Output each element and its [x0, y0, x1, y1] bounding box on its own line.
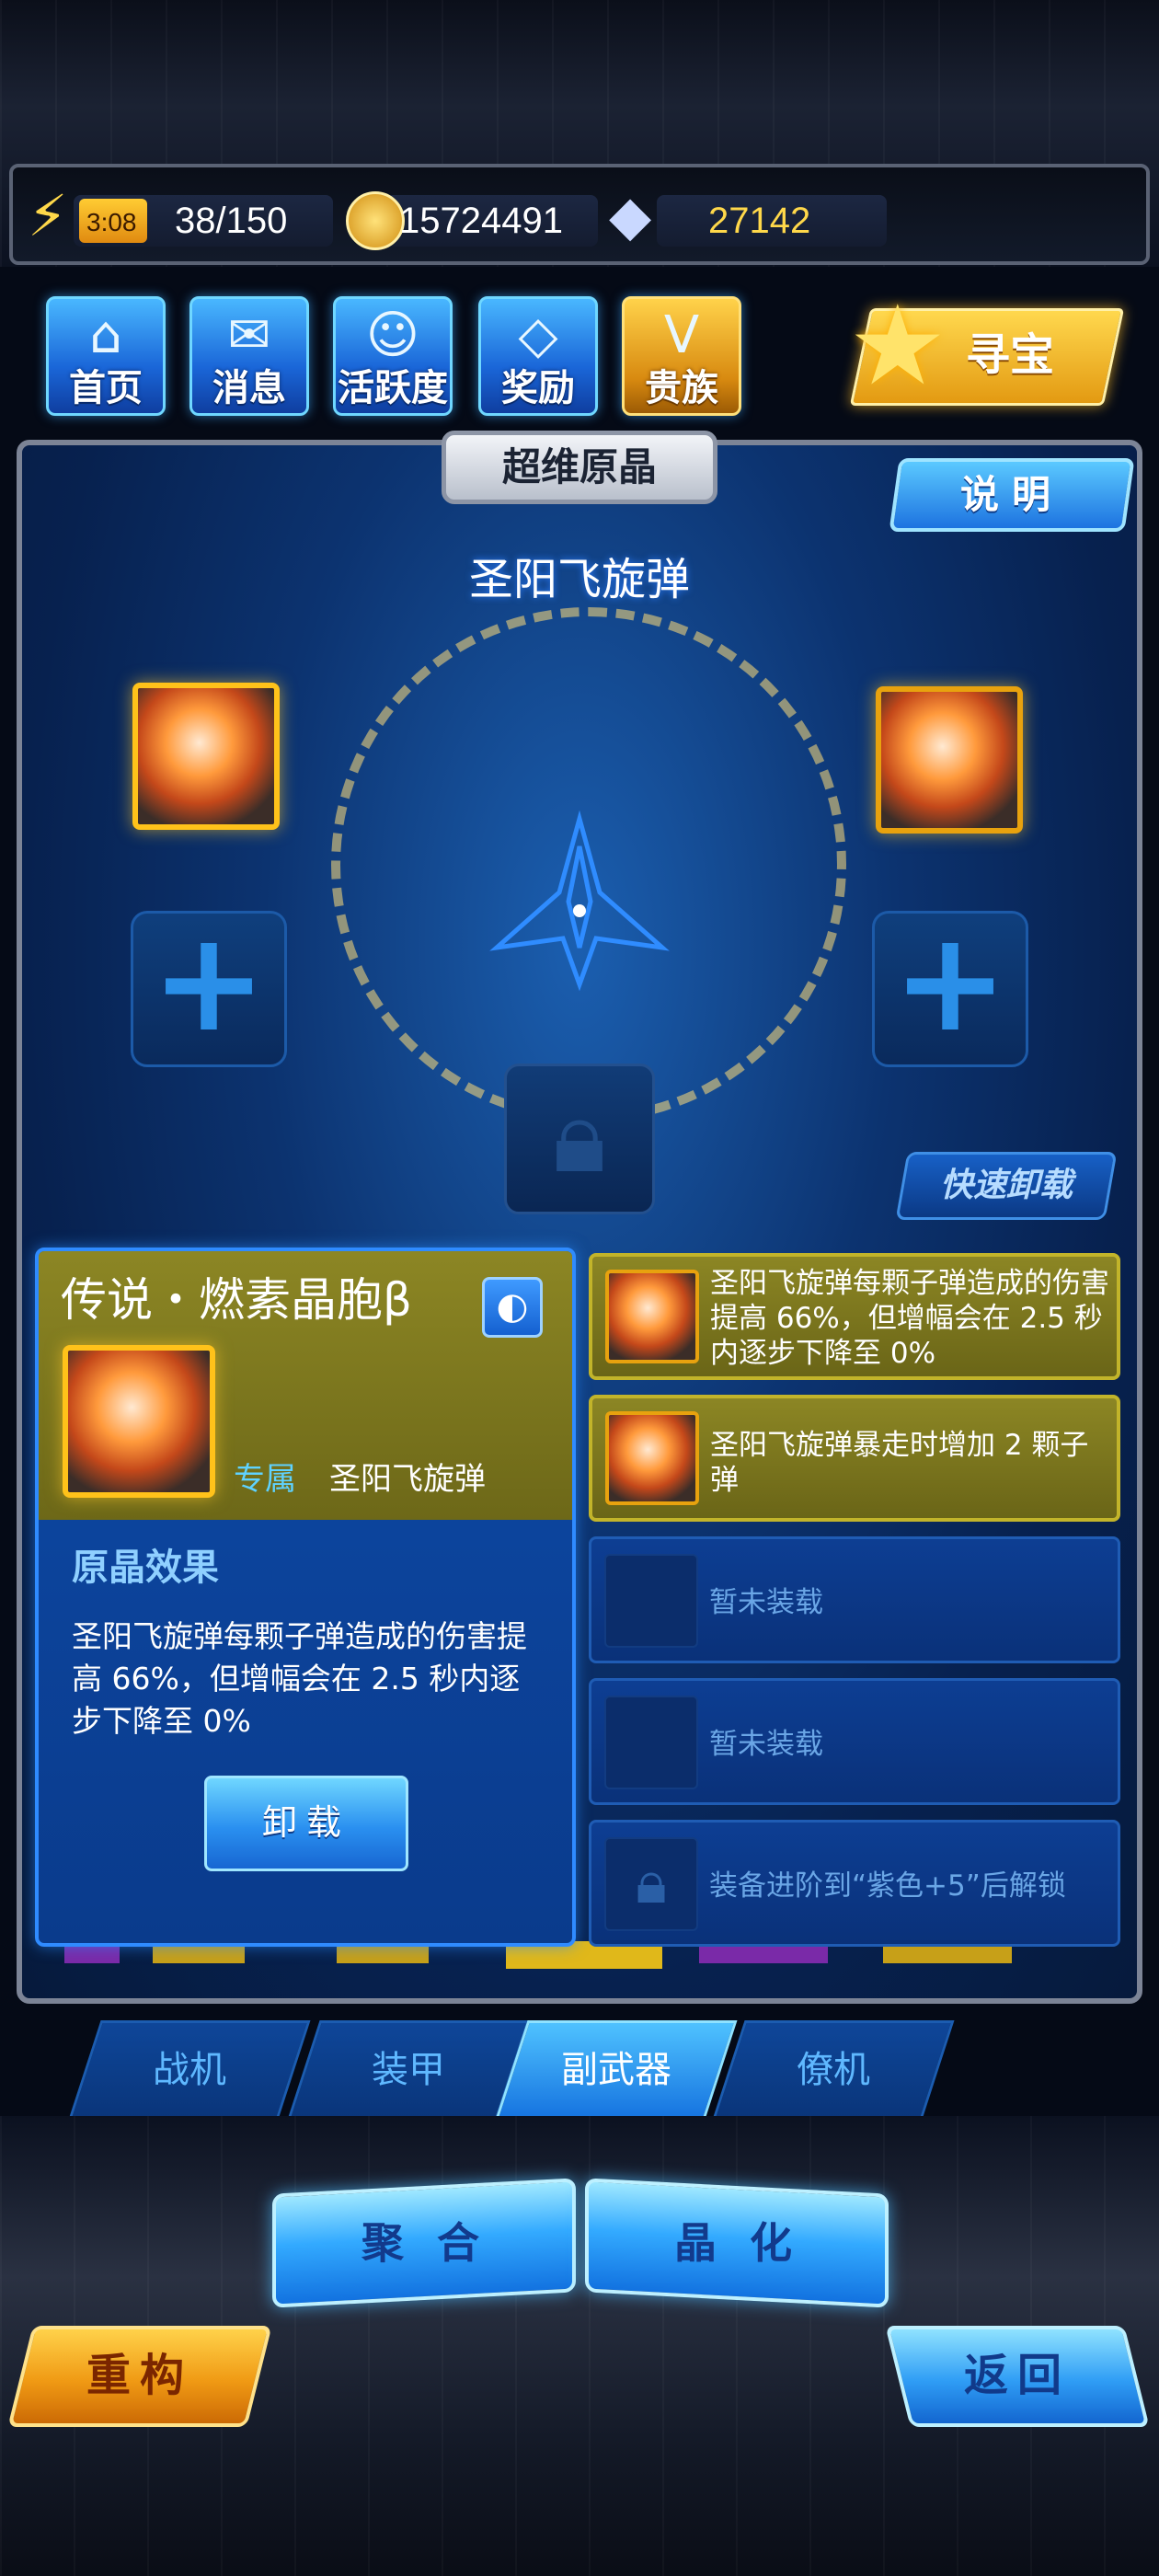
tab-secondary-weapon-label: 副武器 [561, 2049, 671, 2091]
tab-armor-label: 装甲 [372, 2049, 445, 2091]
unload-button-label: 卸载 [261, 1802, 350, 1843]
crystal-portrait [63, 1345, 215, 1498]
crystal-name: 传说・燃素晶胞β [61, 1273, 412, 1327]
effect-heading: 原晶效果 [72, 1547, 219, 1589]
fuse-button-label: 聚合 [361, 2218, 512, 2268]
empty-thumb [604, 1696, 698, 1789]
effect-list-item[interactable]: 🔒︎ 装备进阶到“紫色+5”后解锁 [589, 1820, 1120, 1947]
nav-reward-label: 奖励 [501, 367, 575, 409]
back-button-label: 返回 [963, 2350, 1071, 2401]
crystallize-button-label: 晶化 [674, 2218, 825, 2268]
effect-list-item[interactable]: 圣阳飞旋弹暴走时增加 2 颗子弹 [589, 1395, 1120, 1522]
nav-message-label: 消息 [212, 367, 286, 409]
nav-reward-button[interactable]: ◇ 奖励 [478, 296, 598, 416]
energy-count: 38/150 [175, 201, 288, 241]
treasure-label: 寻宝 [966, 329, 1055, 381]
aircraft-icon [489, 810, 670, 992]
nav-message-button[interactable]: ✉ 消息 [189, 296, 309, 416]
quick-unload-label: 快速卸载 [939, 1167, 1073, 1204]
nav-activity-label: 活跃度 [338, 367, 448, 409]
resource-bar: 3:08 ⚡ 38/150 15724491 ◆ 27142 [9, 164, 1150, 265]
star-icon: ★ [848, 282, 947, 410]
crystal-thumb [605, 1270, 699, 1363]
effect-list-item[interactable]: 暂未装载 [589, 1536, 1120, 1663]
effect-item-text: 圣阳飞旋弹暴走时增加 2 颗子弹 [710, 1429, 1089, 1497]
gift-icon: ◇ [518, 305, 558, 365]
info-button-label: 说明 [959, 472, 1063, 517]
gold-coin-icon[interactable] [346, 191, 405, 250]
exclusive-tag: 专属 [234, 1461, 296, 1498]
plus-icon: + [151, 903, 267, 1063]
effect-item-text: 装备进阶到“紫色+5”后解锁 [709, 1869, 1066, 1903]
nav-noble-label: 贵族 [645, 367, 718, 409]
diamond-icon[interactable]: ◆ [609, 186, 651, 247]
nav-noble-button[interactable]: V 贵族 [622, 296, 741, 416]
diamond-count: 27142 [708, 201, 811, 241]
message-icon: ✉ [227, 305, 271, 365]
effect-description: 圣阳飞旋弹每颗子弹造成的伤害提高 66%，但增幅会在 2.5 秒内逐步下降至 0… [72, 1618, 527, 1739]
crystal-thumb [605, 1411, 699, 1505]
crystal-slot-top-left[interactable] [132, 683, 280, 830]
empty-slot-right[interactable]: + [872, 911, 1028, 1067]
energy-timer: 3:08 [86, 208, 137, 236]
home-icon: ⌂ [89, 305, 122, 365]
lock-icon: 🔒︎ [604, 1837, 698, 1931]
effect-list-item[interactable]: 圣阳飞旋弹每颗子弹造成的伤害提高 66%，但增幅会在 2.5 秒内逐步下降至 0… [589, 1253, 1120, 1380]
effect-item-text: 暂未装载 [709, 1728, 823, 1761]
weapon-tag: 圣阳飞旋弹 [329, 1461, 486, 1498]
nav-activity-button[interactable]: ☺ 活跃度 [333, 296, 453, 416]
energy-bolt-icon[interactable]: ⚡ [28, 186, 68, 247]
activity-icon: ☺ [365, 305, 420, 365]
effect-item-text: 暂未装载 [709, 1586, 823, 1619]
tab-wingman-label: 僚机 [797, 2049, 870, 2091]
lock-icon: 🔒︎ [552, 1077, 607, 1195]
rebuild-button-label: 重构 [86, 2350, 193, 2401]
unlock-icon[interactable]: ◐ [482, 1277, 543, 1338]
crystal-slot-top-right[interactable] [876, 686, 1023, 834]
plus-icon: + [892, 903, 1008, 1063]
noble-icon: V [663, 305, 700, 365]
empty-thumb [604, 1554, 698, 1648]
gold-count: 15724491 [399, 201, 563, 241]
effect-item-text: 圣阳飞旋弹每颗子弹造成的伤害提高 66%，但增幅会在 2.5 秒内逐步下降至 0… [710, 1267, 1109, 1370]
effect-list-item[interactable]: 暂未装载 [589, 1678, 1120, 1805]
nav-home-label: 首页 [69, 367, 143, 409]
nav-home-button[interactable]: ⌂ 首页 [46, 296, 166, 416]
panel-title: 超维原晶 [501, 444, 657, 489]
tab-fighter-label: 战机 [153, 2049, 226, 2091]
weapon-name: 圣阳飞旋弹 [468, 554, 690, 605]
empty-slot-left[interactable]: + [131, 911, 287, 1067]
